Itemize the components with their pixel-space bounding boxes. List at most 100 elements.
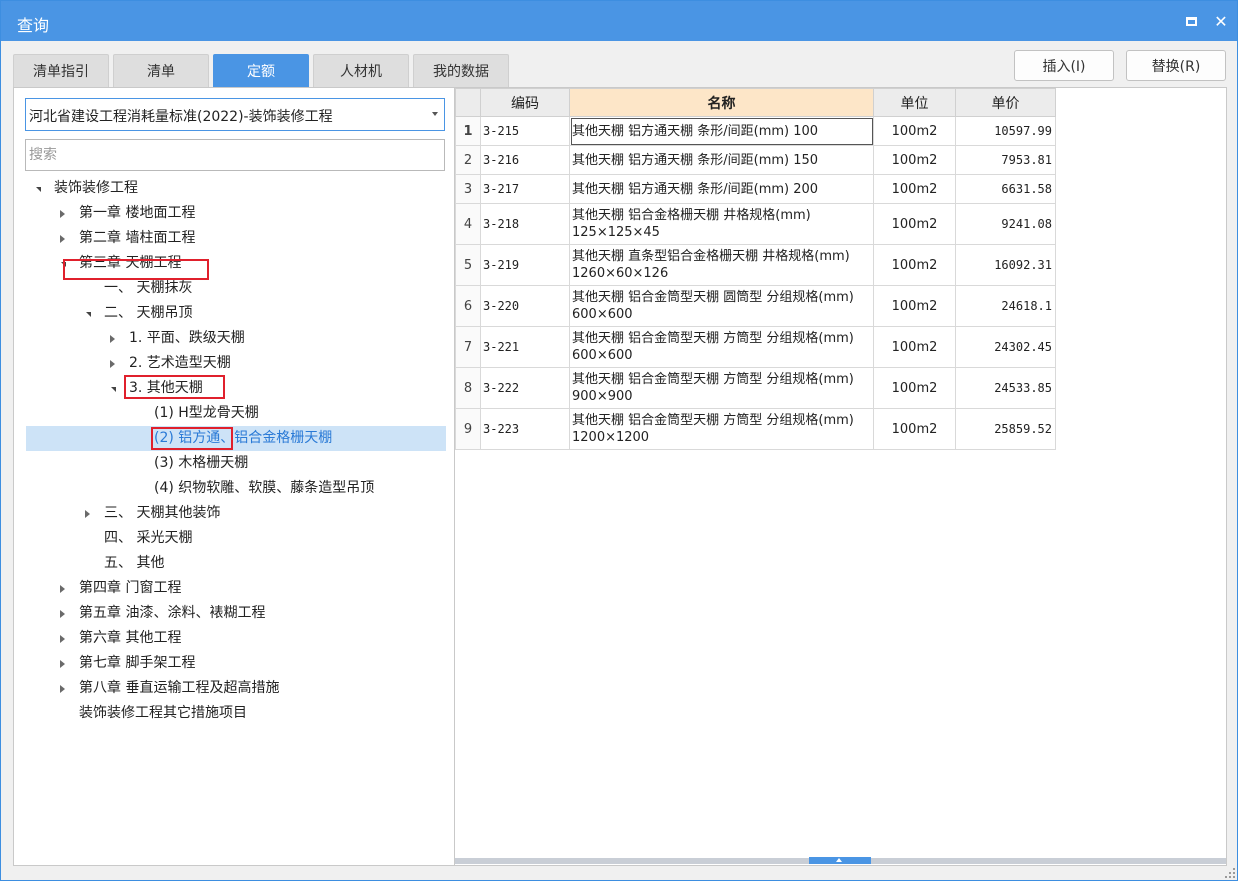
cell-price[interactable]: 7953.81	[955, 145, 1056, 175]
cell-code[interactable]: 3-216	[480, 145, 570, 175]
cell-unit[interactable]: 100m2	[873, 244, 956, 286]
cell-price[interactable]: 24618.1	[955, 285, 1056, 327]
cell-unit[interactable]: 100m2	[873, 367, 956, 409]
cell-code[interactable]: 3-215	[480, 116, 570, 146]
cell-code[interactable]: 3-219	[480, 244, 570, 286]
cell-name[interactable]: 其他天棚 铝方通天棚 条形/间距(mm) 100	[569, 116, 874, 146]
title-bar[interactable]: 查询 ✕	[1, 1, 1237, 41]
tree-item[interactable]: 第二章 墙柱面工程	[26, 226, 446, 251]
cell-unit[interactable]: 100m2	[873, 203, 956, 245]
expand-arrow-icon[interactable]	[105, 376, 119, 401]
cell-code[interactable]: 3-220	[480, 285, 570, 327]
column-header-unit[interactable]: 单位	[873, 88, 956, 117]
tree-item[interactable]: 第一章 楼地面工程	[26, 201, 446, 226]
column-header-price[interactable]: 单价	[955, 88, 1056, 117]
cell-name[interactable]: 其他天棚 铝合金筒型天棚 方筒型 分组规格(mm) 900×900	[569, 367, 874, 409]
tree-item[interactable]: 四、 采光天棚	[26, 526, 446, 551]
tree-item[interactable]: 二、 天棚吊顶	[26, 301, 446, 326]
tree-item[interactable]: 第六章 其他工程	[26, 626, 446, 651]
collapse-arrow-icon[interactable]	[105, 351, 119, 376]
column-header-name[interactable]: 名称	[569, 88, 874, 117]
cell-name[interactable]: 其他天棚 铝合金筒型天棚 圆筒型 分组规格(mm) 600×600	[569, 285, 874, 327]
cell-unit[interactable]: 100m2	[873, 326, 956, 368]
table-row[interactable]: 9 3-223 其他天棚 铝合金筒型天棚 方筒型 分组规格(mm) 1200×1…	[455, 408, 1056, 450]
cell-price[interactable]: 6631.58	[955, 174, 1056, 204]
expand-arrow-icon[interactable]	[80, 301, 94, 326]
expand-arrow-icon[interactable]	[30, 176, 44, 201]
collapse-arrow-icon[interactable]	[55, 626, 69, 651]
table-row[interactable]: 4 3-218 其他天棚 铝合金格栅天棚 井格规格(mm) 125×125×45…	[455, 203, 1056, 245]
collapse-arrow-icon[interactable]	[55, 676, 69, 701]
cell-name[interactable]: 其他天棚 铝方通天棚 条形/间距(mm) 200	[569, 174, 874, 204]
tree-item[interactable]: 2. 艺术造型天棚	[26, 351, 446, 376]
cell-code[interactable]: 3-218	[480, 203, 570, 245]
scrollbar-thumb[interactable]	[809, 857, 871, 864]
cell-name[interactable]: 其他天棚 铝合金格栅天棚 井格规格(mm) 125×125×45	[569, 203, 874, 245]
tree-item[interactable]: (2) 铝方通、铝合金格栅天棚	[26, 426, 446, 451]
table-row[interactable]: 6 3-220 其他天棚 铝合金筒型天棚 圆筒型 分组规格(mm) 600×60…	[455, 285, 1056, 327]
cell-name[interactable]: 其他天棚 铝合金筒型天棚 方筒型 分组规格(mm) 1200×1200	[569, 408, 874, 450]
resize-grip-icon[interactable]	[1225, 868, 1235, 878]
cell-unit[interactable]: 100m2	[873, 116, 956, 146]
search-input[interactable]	[25, 139, 445, 171]
cell-name[interactable]: 其他天棚 铝方通天棚 条形/间距(mm) 150	[569, 145, 874, 175]
library-select[interactable]: 河北省建设工程消耗量标准(2022)-装饰装修工程	[25, 98, 445, 131]
tree-item[interactable]: 第八章 垂直运输工程及超高措施	[26, 676, 446, 701]
tree-item[interactable]: 五、 其他	[26, 551, 446, 576]
cell-price[interactable]: 10597.99	[955, 116, 1056, 146]
horizontal-scrollbar[interactable]	[455, 857, 1226, 864]
tree-item[interactable]: 三、 天棚其他装饰	[26, 501, 446, 526]
restore-button[interactable]	[1179, 9, 1203, 33]
tab-bill[interactable]: 清单	[113, 54, 209, 87]
collapse-arrow-icon[interactable]	[55, 576, 69, 601]
tree-item[interactable]: (1) H型龙骨天棚	[26, 401, 446, 426]
cell-code[interactable]: 3-222	[480, 367, 570, 409]
collapse-arrow-icon[interactable]	[105, 326, 119, 351]
tree-item[interactable]: 第五章 油漆、涂料、裱糊工程	[26, 601, 446, 626]
cell-code[interactable]: 3-221	[480, 326, 570, 368]
tab-my-data[interactable]: 我的数据	[413, 54, 509, 87]
cell-price[interactable]: 9241.08	[955, 203, 1056, 245]
collapse-arrow-icon[interactable]	[55, 651, 69, 676]
expand-arrow-icon[interactable]	[55, 251, 69, 276]
collapse-arrow-icon[interactable]	[80, 501, 94, 526]
cell-price[interactable]: 24533.85	[955, 367, 1056, 409]
tree-item[interactable]: 3. 其他天棚	[26, 376, 446, 401]
table-row[interactable]: 1 3-215 其他天棚 铝方通天棚 条形/间距(mm) 100 100m2 1…	[455, 116, 1056, 146]
tree-item[interactable]: 一、 天棚抹灰	[26, 276, 446, 301]
tree-item[interactable]: 第三章 天棚工程	[26, 251, 446, 276]
tab-quota[interactable]: 定额	[213, 54, 309, 87]
collapse-arrow-icon[interactable]	[55, 226, 69, 251]
collapse-arrow-icon[interactable]	[55, 201, 69, 226]
column-header-code[interactable]: 编码	[480, 88, 570, 117]
insert-button[interactable]: 插入(I)	[1014, 50, 1114, 81]
tree-item[interactable]: 装饰装修工程其它措施项目	[26, 701, 446, 726]
cell-unit[interactable]: 100m2	[873, 174, 956, 204]
cell-price[interactable]: 25859.52	[955, 408, 1056, 450]
cell-code[interactable]: 3-217	[480, 174, 570, 204]
cell-unit[interactable]: 100m2	[873, 408, 956, 450]
tab-bill-guide[interactable]: 清单指引	[13, 54, 109, 87]
replace-button[interactable]: 替换(R)	[1126, 50, 1226, 81]
cell-name[interactable]: 其他天棚 直条型铝合金格栅天棚 井格规格(mm) 1260×60×126	[569, 244, 874, 286]
tree-item[interactable]: (4) 织物软雕、软膜、藤条造型吊顶	[26, 476, 446, 501]
tab-labor-material-machine[interactable]: 人材机	[313, 54, 409, 87]
tree-item[interactable]: 第四章 门窗工程	[26, 576, 446, 601]
table-row[interactable]: 7 3-221 其他天棚 铝合金筒型天棚 方筒型 分组规格(mm) 600×60…	[455, 326, 1056, 368]
cell-name[interactable]: 其他天棚 铝合金筒型天棚 方筒型 分组规格(mm) 600×600	[569, 326, 874, 368]
tree-item[interactable]: 1. 平面、跌级天棚	[26, 326, 446, 351]
table-row[interactable]: 5 3-219 其他天棚 直条型铝合金格栅天棚 井格规格(mm) 1260×60…	[455, 244, 1056, 286]
table-row[interactable]: 2 3-216 其他天棚 铝方通天棚 条形/间距(mm) 150 100m2 7…	[455, 145, 1056, 175]
table-row[interactable]: 8 3-222 其他天棚 铝合金筒型天棚 方筒型 分组规格(mm) 900×90…	[455, 367, 1056, 409]
tree-item[interactable]: 第七章 脚手架工程	[26, 651, 446, 676]
cell-price[interactable]: 16092.31	[955, 244, 1056, 286]
cell-unit[interactable]: 100m2	[873, 145, 956, 175]
tree-item[interactable]: (3) 木格栅天棚	[26, 451, 446, 476]
close-button[interactable]: ✕	[1209, 9, 1233, 33]
cell-unit[interactable]: 100m2	[873, 285, 956, 327]
cell-price[interactable]: 24302.45	[955, 326, 1056, 368]
table-row[interactable]: 3 3-217 其他天棚 铝方通天棚 条形/间距(mm) 200 100m2 6…	[455, 174, 1056, 204]
collapse-arrow-icon[interactable]	[55, 601, 69, 626]
cell-code[interactable]: 3-223	[480, 408, 570, 450]
tree-item[interactable]: 装饰装修工程	[26, 176, 446, 201]
